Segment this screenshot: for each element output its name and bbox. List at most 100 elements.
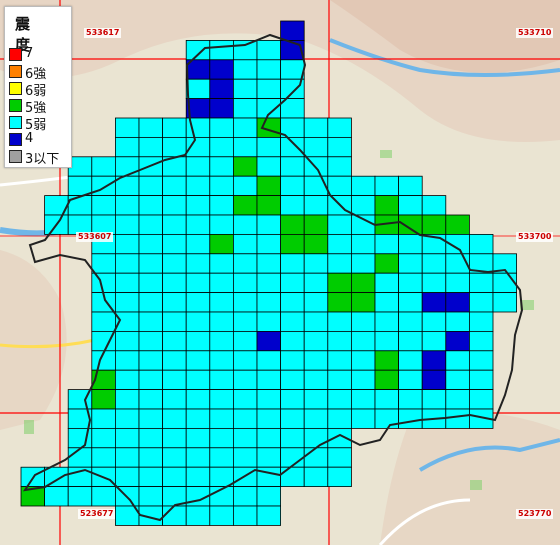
intensity-cell-5kyo xyxy=(445,214,470,235)
intensity-cell-5kyo xyxy=(374,253,400,274)
intensity-cell-5jaku xyxy=(374,311,400,332)
intensity-cell-5jaku xyxy=(162,233,187,255)
intensity-cell-5jaku xyxy=(209,195,234,216)
intensity-cell-5jaku xyxy=(162,311,187,332)
intensity-cell-5jaku xyxy=(209,272,234,294)
intensity-cell-5jaku xyxy=(303,350,329,371)
intensity-cell-5jaku xyxy=(91,272,116,294)
intensity-cell-5kyo xyxy=(232,195,258,216)
intensity-cell-5jaku xyxy=(138,195,164,216)
intensity-cell-5jaku xyxy=(280,369,305,391)
intensity-cell-5jaku xyxy=(185,466,211,488)
intensity-cell-5kyo xyxy=(303,233,329,255)
intensity-cell-5jaku xyxy=(185,40,211,61)
legend-swatch-4 xyxy=(9,133,22,146)
intensity-cell-5jaku xyxy=(232,505,258,526)
intensity-cell-5kyo xyxy=(327,292,352,313)
intensity-cell-5jaku xyxy=(350,214,376,235)
intensity-cell-5jaku xyxy=(185,175,211,196)
intensity-cell-5jaku xyxy=(209,408,234,429)
intensity-cell-5jaku xyxy=(209,369,234,391)
intensity-cell-4 xyxy=(209,98,234,119)
intensity-cell-5kyo xyxy=(398,214,423,235)
intensity-cell-5jaku xyxy=(256,447,282,468)
intensity-cell-5jaku xyxy=(303,117,329,138)
intensity-cell-5jaku xyxy=(256,350,282,371)
intensity-cell-5jaku xyxy=(421,389,447,410)
intensity-cell-5jaku xyxy=(138,466,164,488)
intensity-cell-5jaku xyxy=(303,408,329,429)
intensity-cell-5jaku xyxy=(350,175,376,196)
intensity-cell-5jaku xyxy=(162,389,187,410)
intensity-cell-5jaku xyxy=(91,447,116,468)
intensity-cell-5jaku xyxy=(209,350,234,371)
intensity-cell-5jaku xyxy=(209,466,234,488)
intensity-cell-5jaku xyxy=(232,369,258,391)
intensity-cell-5jaku xyxy=(138,408,164,429)
map-canvas xyxy=(0,0,560,545)
intensity-cell-5jaku xyxy=(421,311,447,332)
intensity-cell-4 xyxy=(421,350,447,371)
intensity-cell-5jaku xyxy=(492,292,518,313)
intensity-cell-5jaku xyxy=(44,466,69,488)
intensity-cell-5jaku xyxy=(445,389,470,410)
intensity-cell-5jaku xyxy=(374,389,400,410)
intensity-cell-5jaku xyxy=(421,272,447,294)
intensity-cell-5jaku xyxy=(398,311,423,332)
intensity-cell-5jaku xyxy=(280,156,305,177)
intensity-cell-5jaku xyxy=(209,175,234,196)
intensity-cell-5jaku xyxy=(185,214,211,235)
intensity-cell-5jaku xyxy=(185,447,211,468)
intensity-cell-5jaku xyxy=(115,253,140,274)
intensity-cell-5jaku xyxy=(398,330,423,352)
intensity-cell-5kyo xyxy=(256,195,282,216)
intensity-cell-5jaku xyxy=(115,466,140,488)
intensity-cell-5jaku xyxy=(256,40,282,61)
intensity-cell-5jaku xyxy=(138,117,164,138)
intensity-cell-5jaku xyxy=(398,292,423,313)
intensity-cell-5jaku xyxy=(256,389,282,410)
intensity-cell-5jaku xyxy=(138,486,164,507)
intensity-cell-5jaku xyxy=(280,408,305,429)
seismic-intensity-map: 震 度 7 6強 6弱 5強 5弱 4 3以下 533617 533710 53… xyxy=(0,0,560,545)
legend-item-5jaku: 5弱 xyxy=(9,115,71,133)
intensity-cell-5jaku xyxy=(162,427,187,449)
intensity-cell-5jaku xyxy=(350,330,376,352)
intensity-cell-5jaku xyxy=(445,408,470,429)
intensity-cell-5jaku xyxy=(115,408,140,429)
intensity-cell-5jaku xyxy=(327,350,352,371)
intensity-cell-5jaku xyxy=(115,427,140,449)
intensity-cell-5jaku xyxy=(256,311,282,332)
intensity-cell-5jaku xyxy=(232,117,258,138)
intensity-cell-5kyo xyxy=(280,233,305,255)
intensity-cell-5jaku xyxy=(162,330,187,352)
intensity-cell-5jaku xyxy=(398,369,423,391)
intensity-cell-5jaku xyxy=(138,427,164,449)
intensity-cell-5jaku xyxy=(280,350,305,371)
intensity-cell-4 xyxy=(445,292,470,313)
intensity-cell-5jaku xyxy=(115,156,140,177)
intensity-cell-5jaku xyxy=(256,214,282,235)
intensity-cell-5jaku xyxy=(280,136,305,158)
intensity-cell-5kyo xyxy=(374,350,400,371)
intensity-cell-5kyo xyxy=(280,214,305,235)
intensity-cell-5jaku xyxy=(303,136,329,158)
intensity-cell-5jaku xyxy=(91,156,116,177)
intensity-cell-5jaku xyxy=(162,272,187,294)
intensity-cell-5jaku xyxy=(138,272,164,294)
intensity-cell-5jaku xyxy=(185,78,211,99)
intensity-cell-5jaku xyxy=(115,447,140,468)
intensity-cell-5jaku xyxy=(303,427,329,449)
intensity-cell-4 xyxy=(445,330,470,352)
intensity-cell-5jaku xyxy=(138,233,164,255)
intensity-cell-5jaku xyxy=(67,486,93,507)
intensity-cell-5jaku xyxy=(280,175,305,196)
intensity-cell-5jaku xyxy=(209,292,234,313)
intensity-cell-5jaku xyxy=(232,98,258,119)
intensity-cell-5jaku xyxy=(209,330,234,352)
intensity-cell-5jaku xyxy=(209,311,234,332)
intensity-cell-5jaku xyxy=(280,466,305,488)
intensity-cell-5jaku xyxy=(280,389,305,410)
intensity-cell-5jaku xyxy=(209,447,234,468)
intensity-cell-5jaku xyxy=(67,466,93,488)
